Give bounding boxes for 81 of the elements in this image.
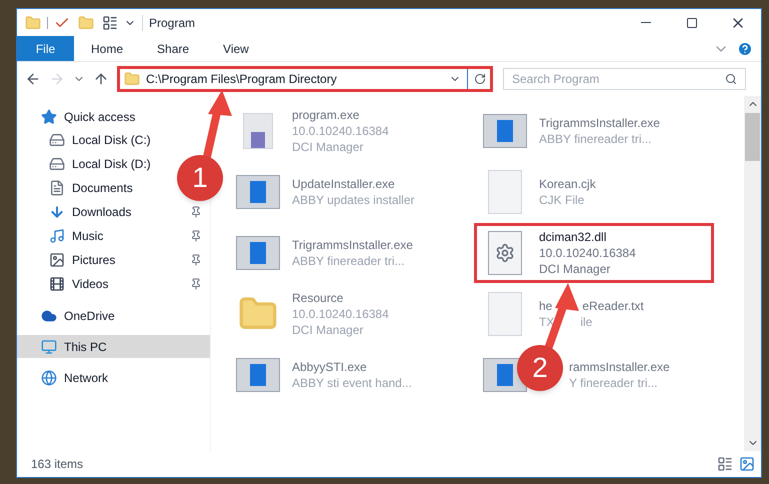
sidebar-item[interactable]: This PC — [17, 335, 210, 358]
item-count: 163 items — [31, 456, 84, 473]
ribbon-tab[interactable]: View — [206, 36, 266, 61]
picture-icon — [49, 252, 65, 268]
document-icon — [49, 180, 65, 196]
file-detail: ABBY finereader tri... — [539, 131, 652, 147]
file-name[interactable]: Resource — [292, 290, 344, 306]
window-icon — [236, 236, 280, 270]
file-name[interactable]: rammsInstaller.exe — [569, 359, 670, 375]
new-folder-icon — [78, 14, 94, 30]
network-icon — [41, 370, 57, 386]
file-name[interactable]: he — [539, 298, 552, 314]
sidebar-item[interactable]: Music — [72, 227, 104, 245]
pin-icon[interactable] — [190, 278, 202, 290]
view-icon — [102, 14, 118, 30]
file-detail: ABBY updates installer — [292, 192, 415, 208]
drive-icon — [49, 132, 65, 148]
file-detail: 10.0.10240.16384 — [539, 245, 636, 261]
pin-icon[interactable] — [190, 254, 202, 266]
file-name[interactable]: dciman32.dll — [539, 229, 606, 245]
refresh-icon[interactable] — [474, 73, 486, 85]
star-icon — [41, 108, 57, 124]
file-detail: CJK File — [539, 192, 584, 208]
minimize-icon — [641, 22, 651, 23]
sidebar-item[interactable]: Local Disk (C:) — [72, 131, 151, 149]
sidebar-item[interactable]: Downloads — [72, 203, 132, 221]
file-detail: ile — [580, 314, 592, 330]
large-icons-view-icon[interactable] — [739, 456, 755, 472]
folder-icon — [124, 71, 140, 87]
file-name[interactable]: AbbyySTI.exe — [292, 359, 367, 375]
file-name[interactable]: program.exe — [292, 107, 360, 123]
address-field[interactable]: C:\Program Files\Program Directory — [117, 66, 493, 92]
music-note-icon — [49, 228, 65, 244]
back-icon[interactable] — [25, 71, 41, 87]
file-name[interactable]: eReader.txt — [582, 298, 644, 314]
search-icon — [725, 73, 737, 85]
sidebar-item[interactable]: Quick access — [17, 105, 210, 128]
file-detail: DCI Manager — [292, 322, 364, 338]
file-detail: ABBY sti event hand... — [292, 375, 412, 391]
film-icon — [49, 276, 65, 292]
file-name[interactable]: UpdateInstaller.exe — [292, 176, 395, 192]
sidebar-item[interactable]: OneDrive — [17, 304, 210, 327]
blank-page-icon — [488, 292, 522, 336]
file-detail: DCI Manager — [292, 139, 364, 155]
up-icon[interactable] — [93, 71, 109, 87]
sidebar-item[interactable]: Videos — [72, 275, 108, 293]
program-icon — [243, 113, 273, 149]
scrollbar[interactable] — [744, 96, 761, 451]
sidebar-item[interactable]: Local Disk (D:) — [72, 155, 151, 173]
gear-file-icon — [488, 231, 522, 275]
pin-icon[interactable] — [190, 230, 202, 242]
file-detail: ABBY finereader tri... — [292, 253, 404, 269]
scrollbar-thumb[interactable] — [745, 113, 760, 161]
file-name[interactable]: TrigrammsInstaller.exe — [539, 115, 660, 131]
ribbon-tab[interactable]: File — [17, 36, 74, 61]
window-title: Program — [149, 14, 196, 32]
blank-page-icon — [488, 170, 522, 214]
ribbon-tab[interactable]: Home — [74, 36, 140, 61]
sidebar-item[interactable]: Network — [17, 366, 210, 389]
details-view-icon[interactable] — [717, 456, 733, 472]
monitor-icon — [41, 338, 57, 354]
file-name[interactable]: TrigrammsInstaller.exe — [292, 237, 413, 253]
window-icon — [236, 358, 280, 392]
search-placeholder: Search Program — [512, 71, 600, 88]
drive-icon — [49, 156, 65, 172]
address-path: C:\Program Files\Program Directory — [146, 71, 338, 88]
pin-icon[interactable] — [190, 206, 202, 218]
sidebar-item[interactable]: Documents — [72, 179, 133, 197]
help-icon[interactable] — [737, 40, 753, 56]
ribbon-tab[interactable]: Share — [140, 36, 206, 61]
file-detail: 10.0.10240.16384 — [292, 123, 389, 139]
file-name[interactable]: Korean.cjk — [539, 176, 596, 192]
file-detail: 10.0.10240.16384 — [292, 306, 389, 322]
window-icon — [483, 114, 527, 148]
folder-icon — [25, 14, 41, 30]
maximize-icon — [686, 16, 698, 28]
sidebar-item[interactable]: Pictures — [72, 251, 116, 269]
cloud-icon — [41, 308, 57, 324]
file-detail: Y finereader tri... — [569, 375, 658, 391]
window-icon — [236, 175, 280, 209]
file-detail: DCI Manager — [539, 261, 610, 277]
